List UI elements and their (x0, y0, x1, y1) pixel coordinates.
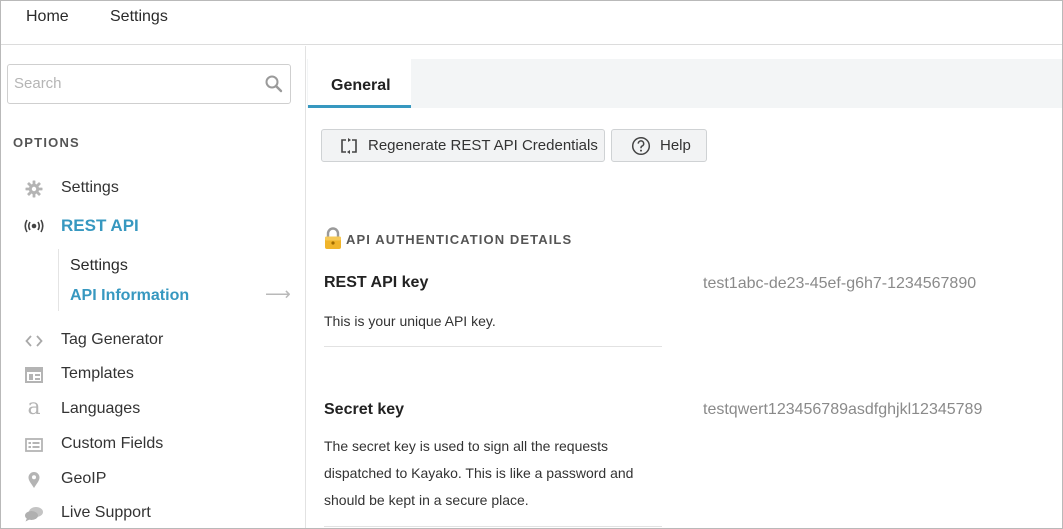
help-button-label: Help (660, 137, 691, 154)
help-circle-icon (630, 135, 652, 157)
secret-key-value: testqwert123456789asdfghjkl12345789 (703, 401, 983, 418)
rest-api-key-description: This is your unique API key. (324, 313, 496, 329)
section-title: API AUTHENTICATION DETAILS (346, 231, 573, 247)
lock-icon (325, 227, 341, 249)
search-icon[interactable] (264, 74, 284, 94)
sidebar: OPTIONS (1, 46, 306, 528)
options-heading: OPTIONS (13, 135, 80, 150)
search-box (7, 64, 291, 104)
arrow-right-icon: ⟶ (265, 284, 291, 304)
submenu-item-api-information[interactable]: API Information (70, 287, 189, 305)
field-divider (324, 346, 662, 347)
secret-key-description: The secret key is used to sign all the r… (324, 438, 634, 508)
top-nav: Home Settings (1, 1, 1062, 45)
sidebar-item-label: Settings (61, 179, 119, 196)
nav-settings-link[interactable]: Settings (110, 8, 168, 26)
regenerate-button-label: Regenerate REST API Credentials (368, 137, 598, 154)
sidebar-item-custom-fields[interactable]: Custom Fields (1, 431, 306, 459)
map-pin-icon (23, 470, 45, 490)
help-button[interactable]: Help (611, 129, 707, 162)
submenu-item-settings[interactable]: Settings (70, 257, 128, 275)
sidebar-item-label: Languages (61, 400, 141, 417)
tab-bar: General (307, 59, 1062, 108)
sidebar-item-geoip[interactable]: GeoIP (1, 466, 306, 494)
sidebar-item-rest-api[interactable]: REST API (1, 212, 306, 240)
tab-label: General (331, 77, 391, 94)
sidebar-item-templates[interactable]: Templates (1, 361, 306, 389)
search-input[interactable] (8, 65, 248, 101)
tab-general[interactable]: General (308, 59, 411, 108)
main-content: General Regenerate REST API Credentials (307, 46, 1062, 528)
nav-home-link[interactable]: Home (26, 8, 69, 26)
sidebar-item-label: Live Support (61, 504, 151, 521)
code-brackets-icon (23, 331, 45, 351)
sidebar-item-settings[interactable]: Settings (1, 175, 306, 203)
rest-api-key-label: REST API key (324, 274, 429, 291)
gear-icon (23, 179, 45, 199)
sidebar-item-label: GeoIP (61, 470, 107, 487)
chat-icon (23, 504, 45, 524)
sidebar-item-label: Templates (61, 365, 134, 382)
secret-key-label: Secret key (324, 401, 405, 418)
language-icon: a (27, 394, 41, 420)
template-icon (23, 365, 45, 385)
sidebar-item-label: REST API (61, 216, 139, 235)
sidebar-item-live-support[interactable]: Live Support (1, 500, 306, 528)
submenu-divider-line (58, 249, 59, 311)
regenerate-credentials-button[interactable]: Regenerate REST API Credentials (321, 129, 605, 162)
rest-api-key-value: test1abc-de23-45ef-g6h7-1234567890 (703, 275, 977, 292)
sidebar-item-languages[interactable]: a Languages (1, 394, 306, 424)
sidebar-item-tag-generator[interactable]: Tag Generator (1, 327, 306, 355)
refresh-icon (338, 135, 360, 157)
sidebar-item-label: Tag Generator (61, 331, 164, 348)
section-header: API AUTHENTICATION DETAILS (323, 226, 572, 250)
field-divider (324, 526, 662, 527)
app-window: Home Settings OPTIONS (0, 0, 1063, 529)
broadcast-icon (23, 216, 45, 236)
sidebar-item-label: Custom Fields (61, 435, 164, 452)
list-icon (23, 435, 45, 455)
